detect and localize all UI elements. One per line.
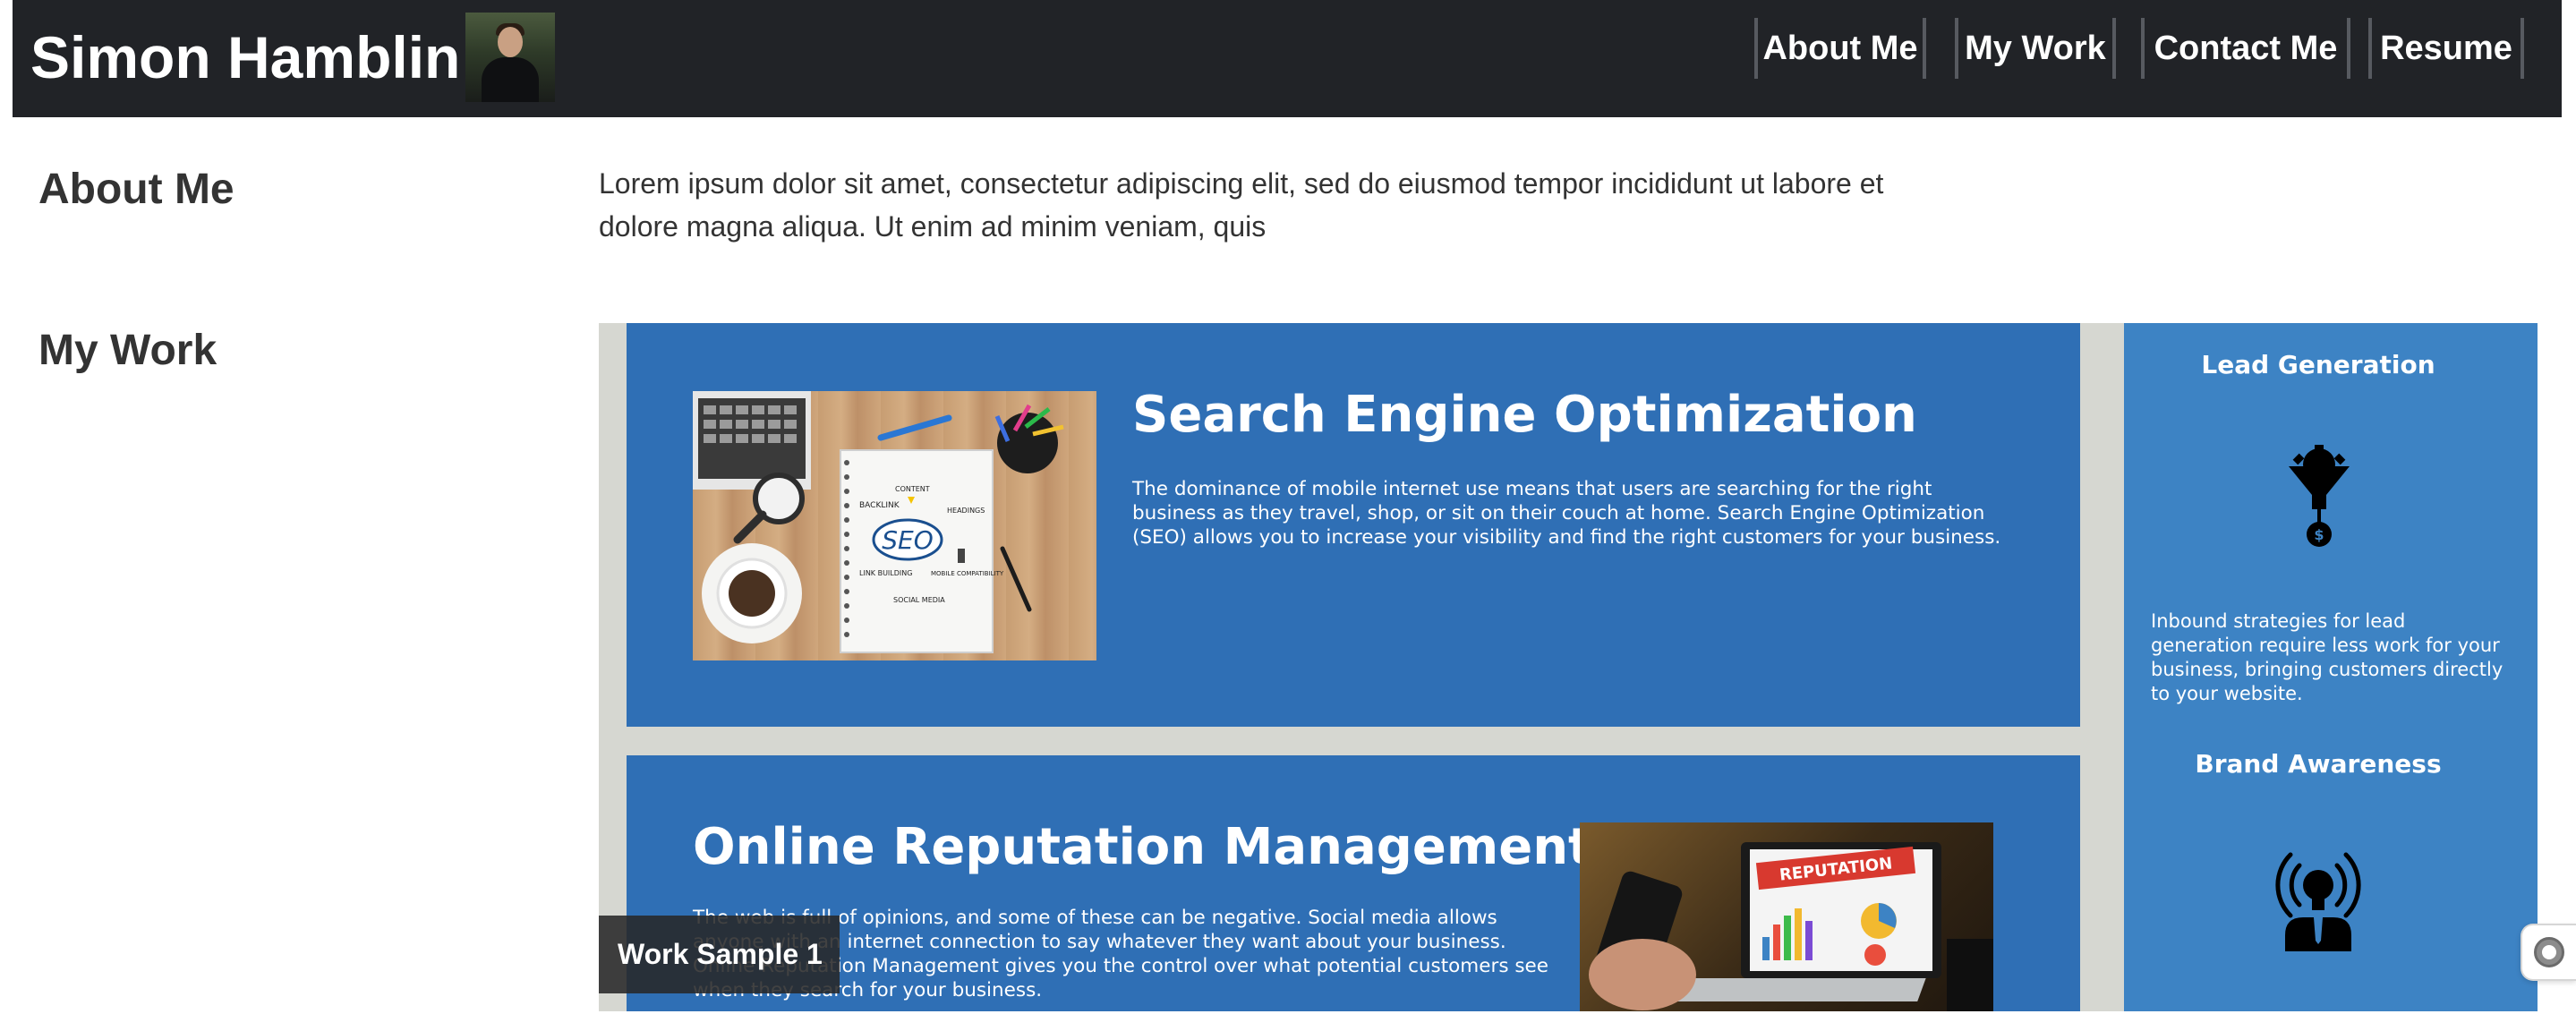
reputation-photo: REPUTATION — [1580, 822, 1993, 1011]
lead-generation-title: Lead Generation — [2201, 350, 2435, 379]
broadcast-person-icon — [2267, 842, 2369, 956]
about-text: Lorem ipsum dolor sit amet, consectetur … — [599, 167, 1884, 243]
brand-awareness-title: Brand Awareness — [2195, 749, 2442, 779]
lead-generation-text: Inbound strategies for lead generation r… — [2151, 610, 2503, 704]
svg-text:$: $ — [2314, 526, 2324, 543]
funnel-gear-dollar-icon: $ — [2287, 445, 2351, 553]
work-sample-badge[interactable]: Work Sample 1 — [599, 916, 840, 993]
services-sidebar: Lead Generation $ Inbound strategies for… — [2124, 323, 2538, 1011]
floating-circle-button[interactable] — [2521, 924, 2576, 981]
svg-text:CONTENT: CONTENT — [895, 485, 930, 493]
seo-title: Search Engine Optimization — [1132, 386, 1917, 444]
nav-link-about-me[interactable]: About Me — [1754, 18, 1926, 79]
work-area: SEO BACKLINK CONTENT HEADINGS LINK BUILD… — [599, 323, 2538, 1011]
my-work-heading: My Work — [38, 327, 218, 374]
about-heading: About Me — [38, 166, 235, 213]
nav-link-resume[interactable]: Resume — [2368, 18, 2524, 79]
svg-text:HEADINGS: HEADINGS — [947, 507, 985, 515]
svg-text:MOBILE COMPATIBILITY: MOBILE COMPATIBILITY — [931, 570, 1004, 577]
seo-photo-label: SEO — [882, 525, 934, 555]
seo-text: The dominance of mobile internet use mea… — [1132, 478, 2001, 549]
seo-photo: SEO BACKLINK CONTENT HEADINGS LINK BUILD… — [693, 391, 1096, 660]
site-header: Simon Hamblin About Me My Work Contact M… — [13, 0, 2562, 117]
nav-link-my-work[interactable]: My Work — [1955, 18, 2116, 79]
site-title[interactable]: Simon Hamblin — [30, 23, 460, 91]
svg-text:BACKLINK: BACKLINK — [859, 501, 900, 510]
orm-title: Online Reputation Management — [693, 818, 1592, 876]
svg-text:SOCIAL MEDIA: SOCIAL MEDIA — [893, 596, 945, 604]
seo-card[interactable]: SEO BACKLINK CONTENT HEADINGS LINK BUILD… — [627, 323, 2080, 727]
svg-text:LINK BUILDING: LINK BUILDING — [859, 569, 912, 577]
circle-button-icon — [2534, 937, 2564, 967]
nav-link-contact-me[interactable]: Contact Me — [2141, 18, 2350, 79]
avatar — [465, 13, 555, 102]
